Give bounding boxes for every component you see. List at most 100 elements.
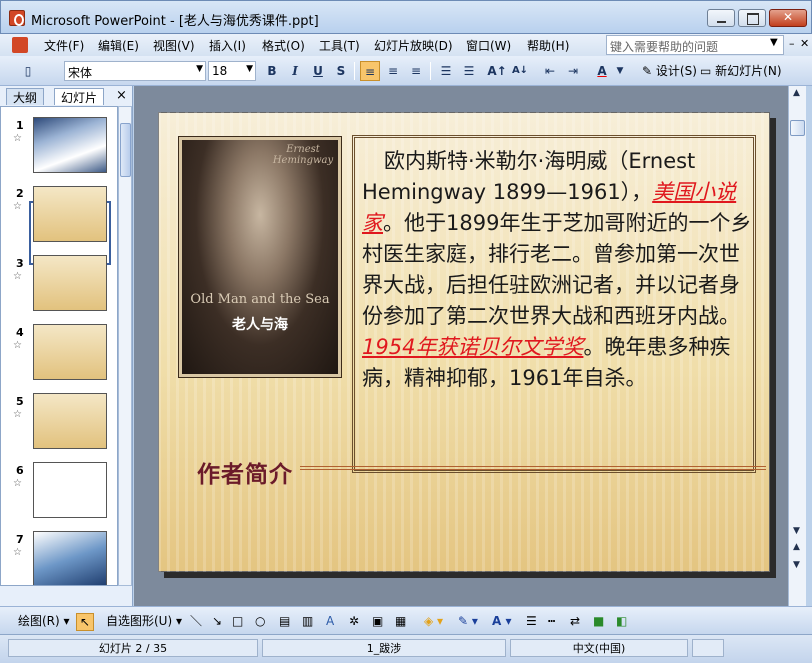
diagram-icon[interactable]: ✲ [349, 613, 359, 629]
panel-scrollbar[interactable] [118, 106, 132, 586]
bullets-icon[interactable]: ☰ [459, 61, 479, 81]
prev-slide-icon[interactable]: ▲ [793, 542, 800, 552]
slide-thumbnail-7[interactable] [33, 531, 107, 585]
title-bar: Microsoft PowerPoint - [老人与海优秀课件.ppt] [0, 0, 812, 34]
draw-menu-button[interactable]: 绘图(R) ▾ [18, 613, 70, 629]
slide-thumbnail-4[interactable] [33, 324, 107, 380]
insert-picture-icon[interactable]: ▦ [395, 613, 406, 629]
document-icon[interactable] [12, 37, 28, 53]
thumbnail-number: 2 [16, 187, 24, 200]
help-search-input[interactable]: 键入需要帮助的问题 [606, 35, 784, 55]
design-label: 设计(S) [655, 64, 697, 78]
clipart-icon[interactable]: ▣ [372, 613, 383, 629]
select-cursor-icon[interactable]: ↖ [76, 613, 94, 631]
increase-indent-icon[interactable]: ⇥ [563, 61, 583, 81]
dash-style-icon[interactable]: ┅ [548, 613, 555, 629]
font-color-dropdown-icon[interactable]: ▼ [610, 61, 630, 81]
maximize-button[interactable] [738, 9, 766, 27]
new-document-icon[interactable]: ▯ [18, 61, 38, 81]
help-dropdown-icon[interactable]: ▼ [770, 37, 778, 48]
animation-star-icon: ☆ [13, 547, 22, 558]
menu-bar: 文件(F) 编辑(E) 视图(V) 插入(I) 格式(O) 工具(T) 幻灯片放… [0, 34, 812, 56]
book-title-en: Old Man and the Sea [190, 292, 330, 307]
next-slide-icon[interactable]: ▼ [793, 560, 800, 570]
wordart-icon[interactable]: A [326, 613, 334, 629]
tab-slides[interactable]: 幻灯片 [54, 88, 105, 105]
font-name-dropdown-icon: ▼ [196, 64, 203, 74]
rectangle-tool-icon[interactable]: □ [232, 613, 243, 629]
line-style-icon[interactable]: ☰ [526, 613, 537, 629]
autoshape-label: 自选图形(U) [106, 614, 173, 628]
toolbar-separator [430, 62, 431, 80]
scroll-down-icon[interactable]: ▼ [793, 526, 800, 536]
arrow-style-icon[interactable]: ⇄ [570, 613, 580, 629]
doc-close-icon[interactable]: ✕ [800, 37, 809, 50]
animation-star-icon: ☆ [13, 201, 22, 212]
doc-minimize-icon[interactable]: – [789, 37, 795, 50]
font-name-select[interactable]: 宋体 ▼ [64, 61, 206, 81]
line-color-icon[interactable]: ✎ ▾ [458, 613, 478, 629]
3d-style-icon[interactable]: ◧ [616, 613, 627, 629]
fill-color-icon[interactable]: ◈ ▾ [424, 613, 443, 629]
section-divider [300, 469, 766, 470]
underline-button[interactable]: U [308, 61, 328, 81]
shadow-style-icon[interactable]: ■ [593, 613, 604, 629]
tab-outline[interactable]: 大纲 [6, 88, 45, 105]
panel-scrollbar-thumb[interactable] [120, 123, 131, 177]
drawbar-font-color-icon[interactable]: A ▾ [492, 613, 512, 629]
autoshapes-button[interactable]: 自选图形(U) ▾ [106, 613, 182, 629]
increase-font-icon[interactable]: A↑ [487, 61, 507, 81]
new-slide-button[interactable]: ▭ 新幻灯片(N) [700, 61, 782, 81]
decrease-indent-icon[interactable]: ⇤ [540, 61, 560, 81]
editor-vertical-scrollbar[interactable]: ▲ ▼ ▲ ▼ [788, 86, 806, 606]
font-size-select[interactable]: 18 ▼ [208, 61, 256, 81]
new-slide-label: 新幻灯片(N) [715, 64, 782, 78]
scroll-up-icon[interactable]: ▲ [793, 88, 800, 98]
vertical-textbox-icon[interactable]: ▥ [302, 613, 313, 629]
panel-close-icon[interactable]: × [116, 88, 127, 103]
menu-slideshow[interactable]: 幻灯片放映(D) [374, 37, 453, 54]
slide-thumbnail-1[interactable] [33, 117, 107, 173]
menu-help[interactable]: 帮助(H) [527, 37, 569, 54]
align-right-icon[interactable]: ≡ [406, 61, 426, 81]
author-bio-text[interactable]: 欧内斯特·米勒尔·海明威（Ernest Hemingway 1899—1961）… [362, 146, 754, 394]
menu-tools[interactable]: 工具(T) [319, 37, 360, 54]
menu-edit[interactable]: 编辑(E) [98, 37, 139, 54]
powerpoint-app-icon[interactable] [9, 10, 25, 26]
thumbnail-list: 1 ☆ 2 ☆ 3 ☆ 4 ☆ 5 ☆ 6 ☆ 7 ☆ [0, 106, 118, 586]
oval-tool-icon[interactable]: ○ [255, 613, 265, 629]
menu-view[interactable]: 视图(V) [153, 37, 195, 54]
editor-scrollbar-thumb[interactable] [790, 120, 805, 136]
font-color-icon[interactable]: A [592, 61, 612, 81]
slide-thumbnail-2[interactable] [33, 186, 107, 242]
menu-window[interactable]: 窗口(W) [466, 37, 511, 54]
animation-star-icon: ☆ [13, 340, 22, 351]
section-title[interactable]: 作者简介 [197, 455, 293, 489]
align-center-icon[interactable]: ≡ [383, 61, 403, 81]
line-tool-icon[interactable]: ＼ [190, 613, 202, 629]
menu-file[interactable]: 文件(F) [44, 37, 84, 54]
close-button[interactable] [769, 9, 807, 27]
arrow-tool-icon[interactable]: ↘ [212, 613, 222, 629]
numbering-icon[interactable]: ☰ [436, 61, 456, 81]
book-title-cn: 老人与海 [232, 317, 288, 333]
align-left-icon[interactable]: ≡ [360, 61, 380, 81]
font-size-dropdown-icon: ▼ [246, 64, 253, 74]
menu-format[interactable]: 格式(O) [262, 37, 305, 54]
toolbar-separator [354, 62, 355, 80]
shadow-button[interactable]: S [331, 61, 351, 81]
bold-button[interactable]: B [262, 61, 282, 81]
design-button[interactable]: ✎ 设计(S) [642, 61, 697, 81]
textbox-tool-icon[interactable]: ▤ [279, 613, 290, 629]
book-cover-image[interactable] [182, 140, 338, 374]
decrease-font-icon[interactable]: A↓ [510, 61, 530, 81]
slide-thumbnail-3[interactable] [33, 255, 107, 311]
minimize-button[interactable] [707, 9, 735, 27]
bio-highlight-nobel: 1954年获诺贝尔文学奖 [362, 335, 584, 359]
menu-insert[interactable]: 插入(I) [209, 37, 246, 54]
font-size-value: 18 [212, 64, 228, 78]
slide-thumbnail-5[interactable] [33, 393, 107, 449]
italic-button[interactable]: I [285, 61, 305, 81]
slide-thumbnail-6[interactable] [33, 462, 107, 518]
status-slide-info: 幻灯片 2 / 35 [8, 639, 258, 657]
